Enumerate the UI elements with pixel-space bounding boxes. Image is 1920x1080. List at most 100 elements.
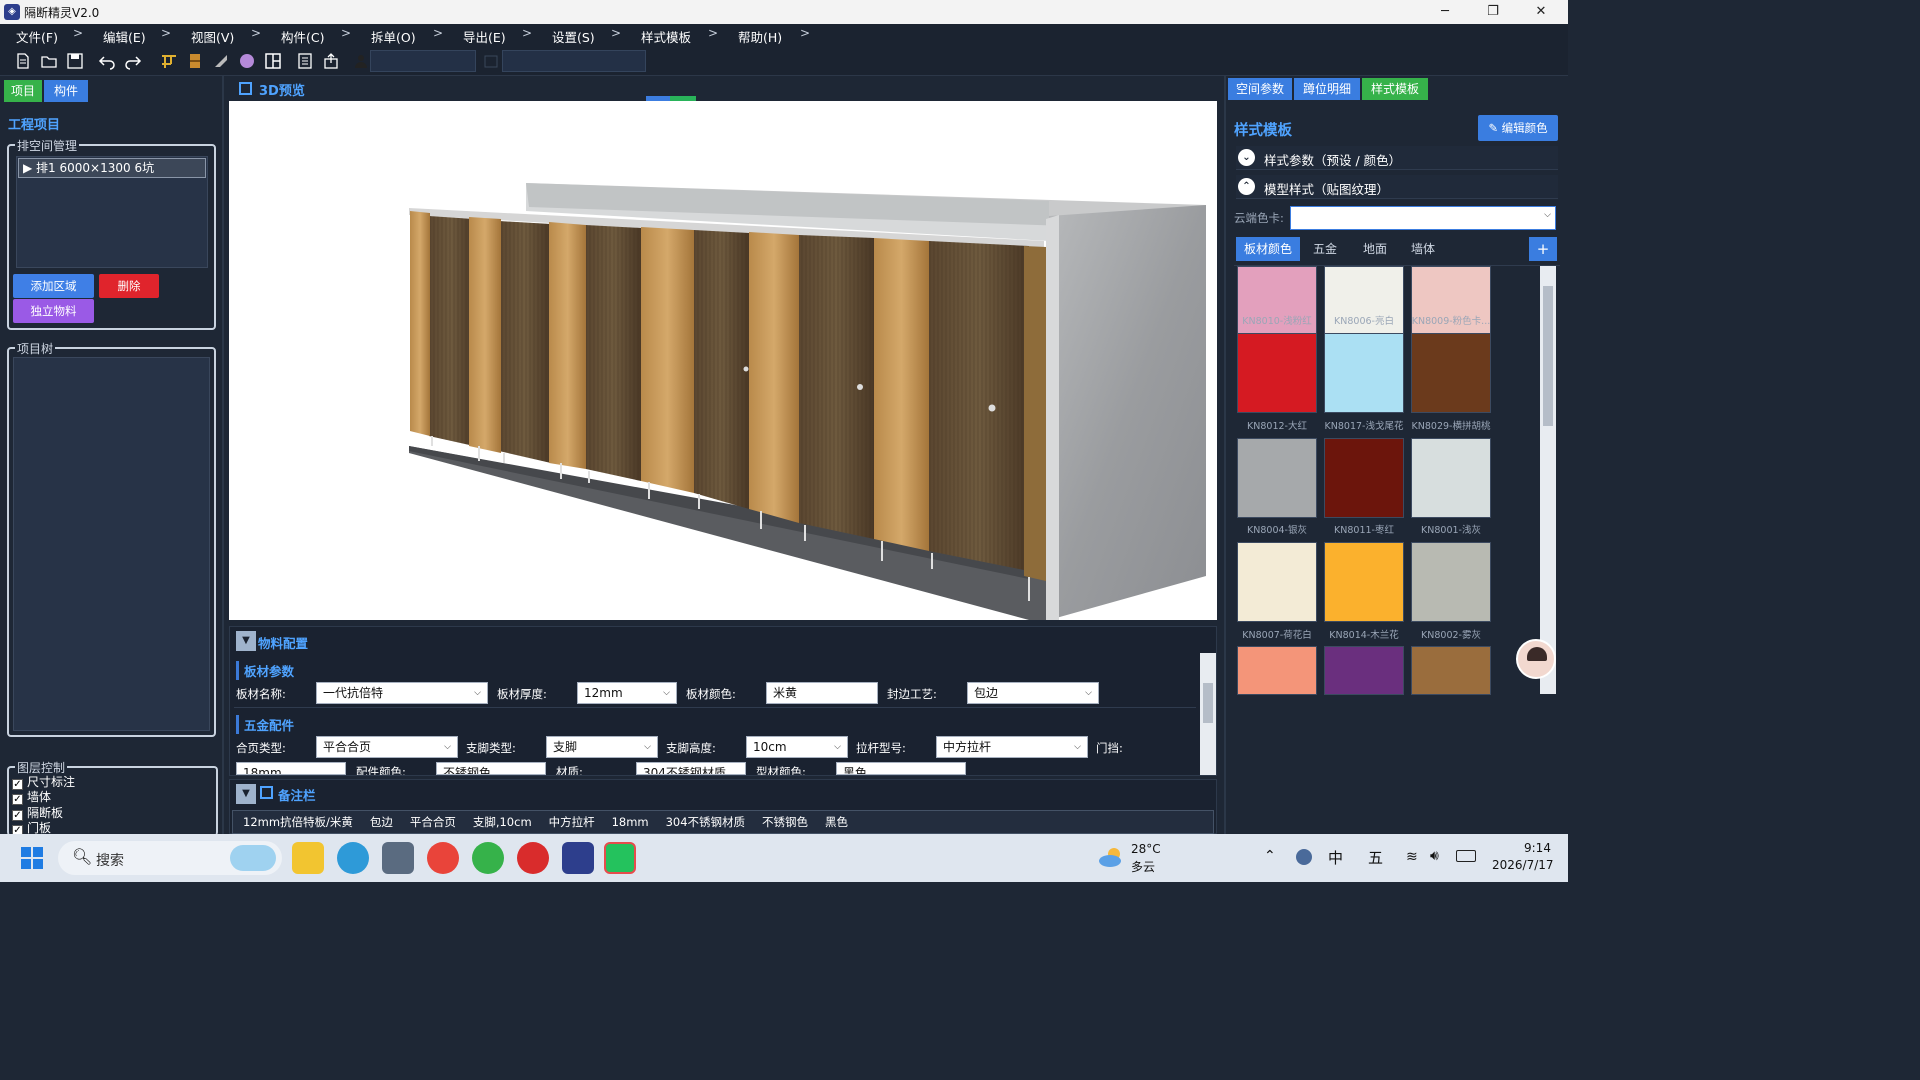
clock-date[interactable]: 2026/7/17 xyxy=(1492,858,1554,872)
room-management-legend: 排空间管理 xyxy=(15,137,80,154)
collapse-toggle-icon[interactable]: ▼ xyxy=(236,631,256,651)
swatch-purple[interactable] xyxy=(1324,646,1404,695)
undo-icon[interactable] xyxy=(98,52,116,70)
project-tree[interactable] xyxy=(13,357,210,731)
partition-app-icon[interactable] xyxy=(562,842,594,874)
layout-icon[interactable] xyxy=(264,52,282,70)
thickness-select[interactable]: 12mm ⌵ xyxy=(577,682,677,704)
ime-type-indicator[interactable]: 五 xyxy=(1368,847,1383,868)
swatch-KN8004[interactable] xyxy=(1237,438,1317,518)
profile-color-select[interactable]: 黑色 xyxy=(836,762,966,775)
swatch-KN8011[interactable] xyxy=(1324,438,1404,518)
menu-file[interactable]: 文件(F) xyxy=(16,27,58,46)
edge-process-select[interactable]: 包边 ⌵ xyxy=(967,682,1099,704)
color-tab-board[interactable]: 板材颜色 xyxy=(1236,237,1300,261)
menu-settings[interactable]: 设置(S) xyxy=(552,27,595,46)
partition-tool-icon[interactable] xyxy=(160,52,178,70)
swatch-KN8001[interactable] xyxy=(1411,438,1491,518)
swatch-label: KN8001-浅灰 xyxy=(1421,525,1481,536)
notes-toggle-icon[interactable]: ▼ xyxy=(236,784,256,804)
assistant-avatar[interactable] xyxy=(1516,639,1556,679)
layer-wall-checkbox[interactable]: ✓ 墙体 xyxy=(12,788,51,805)
swatch-KN8017[interactable] xyxy=(1324,333,1404,413)
edit-color-button[interactable]: ✎ 编辑颜色 xyxy=(1478,115,1558,141)
notes-content[interactable]: 12mm抗倍特板/米黄 包边 平合合页 支脚,10cm 中方拉杆 18mm 30… xyxy=(232,810,1214,834)
redo-icon[interactable] xyxy=(124,52,142,70)
swatch-oak[interactable] xyxy=(1411,646,1491,695)
tab-project[interactable]: 项目 xyxy=(4,80,42,102)
browser-icon[interactable] xyxy=(472,842,504,874)
board-color-input[interactable]: 米黄 xyxy=(766,682,878,704)
swatch-KN8007[interactable] xyxy=(1237,542,1317,622)
report-icon[interactable] xyxy=(296,52,314,70)
delete-button[interactable]: 删除 xyxy=(99,274,159,298)
user-input[interactable] xyxy=(370,50,476,72)
swatch-scrollbar[interactable] xyxy=(1540,266,1556,694)
swatch-KN8012[interactable] xyxy=(1237,333,1317,413)
tab-stall-details[interactable]: 蹲位明细 xyxy=(1294,78,1360,100)
chrome-icon[interactable] xyxy=(427,842,459,874)
foot-type-select[interactable]: 支脚 ⌵ xyxy=(546,736,658,758)
swatch-KN8002[interactable] xyxy=(1411,542,1491,622)
chevron-up-icon[interactable]: ⌃ xyxy=(1264,848,1276,864)
windows-start-icon[interactable] xyxy=(20,846,44,870)
room-item-1[interactable]: ▶ 排1 6000×1300 6坑 xyxy=(18,158,206,178)
hinge-select[interactable]: 平合合页 ⌵ xyxy=(316,736,458,758)
open-folder-icon[interactable] xyxy=(40,52,58,70)
menu-style-template[interactable]: 样式模板 xyxy=(641,27,691,46)
color-tab-hardware[interactable]: 五金 xyxy=(1302,237,1348,261)
menu-component[interactable]: 构件(C) xyxy=(281,27,324,46)
wechat-icon[interactable] xyxy=(604,842,636,874)
save-icon[interactable] xyxy=(66,52,84,70)
board-name-select[interactable]: 一代抗倍特 ⌵ xyxy=(316,682,488,704)
calculator-icon[interactable] xyxy=(382,842,414,874)
toolbar: ··· xyxy=(0,46,1568,118)
menu-view[interactable]: 视图(V) xyxy=(191,27,234,46)
material-scrollbar[interactable] xyxy=(1200,653,1216,775)
search-field[interactable] xyxy=(502,50,646,72)
swatch-KN8029[interactable] xyxy=(1411,333,1491,413)
color-tab-wall[interactable]: 墙体 xyxy=(1400,237,1446,261)
color-tab-floor[interactable]: 地面 xyxy=(1352,237,1398,261)
foot-height-select[interactable]: 10cm ⌵ xyxy=(746,736,848,758)
menu-help[interactable]: 帮助(H) xyxy=(738,27,782,46)
accordion-style-params[interactable]: ⌄ 样式参数（预设 / 颜色） xyxy=(1236,146,1558,170)
export-icon[interactable] xyxy=(322,52,340,70)
add-area-button[interactable]: 添加区域 xyxy=(13,274,94,298)
menu-export[interactable]: 导出(E) xyxy=(463,27,506,46)
network-status-icon[interactable] xyxy=(1296,849,1312,865)
search-box[interactable]: 🔍︎ 搜索 xyxy=(58,841,282,875)
accordion-model-style[interactable]: ⌃ 模型样式（贴图纹理） xyxy=(1236,175,1558,199)
rod-select[interactable]: 中方拉杆 ⌵ xyxy=(936,736,1088,758)
board-name-label: 板材名称: xyxy=(236,687,286,701)
door-tool-icon[interactable] xyxy=(186,52,204,70)
new-file-icon[interactable] xyxy=(14,52,32,70)
standalone-material-button[interactable]: 独立物料 xyxy=(13,299,94,323)
edge-browser-icon[interactable] xyxy=(337,842,369,874)
close-button[interactable]: ✕ xyxy=(1518,0,1564,24)
menu-edit[interactable]: 编辑(E) xyxy=(103,27,146,46)
tab-space-params[interactable]: 空间参数 xyxy=(1228,78,1292,100)
wifi-icon[interactable]: ≋ xyxy=(1406,849,1418,865)
file-explorer-icon[interactable] xyxy=(292,842,324,874)
material-select[interactable]: 304不锈钢材质 xyxy=(636,762,746,775)
swatch-salmon[interactable] xyxy=(1237,646,1317,695)
partial-select-1[interactable]: 18mm xyxy=(236,762,346,775)
swatch-KN8014[interactable] xyxy=(1324,542,1404,622)
ime-mode-indicator[interactable]: 中 xyxy=(1328,847,1343,868)
fitting-color-select[interactable]: 不锈钢色 xyxy=(436,762,546,775)
minimize-button[interactable]: ─ xyxy=(1422,0,1468,24)
wall-tool-icon[interactable] xyxy=(212,52,230,70)
app-red-icon[interactable] xyxy=(517,842,549,874)
add-color-button[interactable]: + xyxy=(1529,237,1557,261)
restore-button[interactable]: ❐ xyxy=(1470,0,1516,24)
material-ball-icon[interactable] xyxy=(238,52,256,70)
3d-viewport[interactable] xyxy=(229,101,1217,620)
clock-time[interactable]: 9:14 xyxy=(1524,841,1551,855)
volume-icon[interactable]: 🔊︎ xyxy=(1430,848,1439,864)
tab-style-template[interactable]: 样式模板 xyxy=(1362,78,1428,100)
tab-component[interactable]: 构件 xyxy=(44,80,88,102)
menu-split-order[interactable]: 拆单(O) xyxy=(371,27,416,46)
cloud-card-select[interactable]: ⌵ xyxy=(1290,206,1556,230)
battery-icon[interactable] xyxy=(1456,850,1476,862)
